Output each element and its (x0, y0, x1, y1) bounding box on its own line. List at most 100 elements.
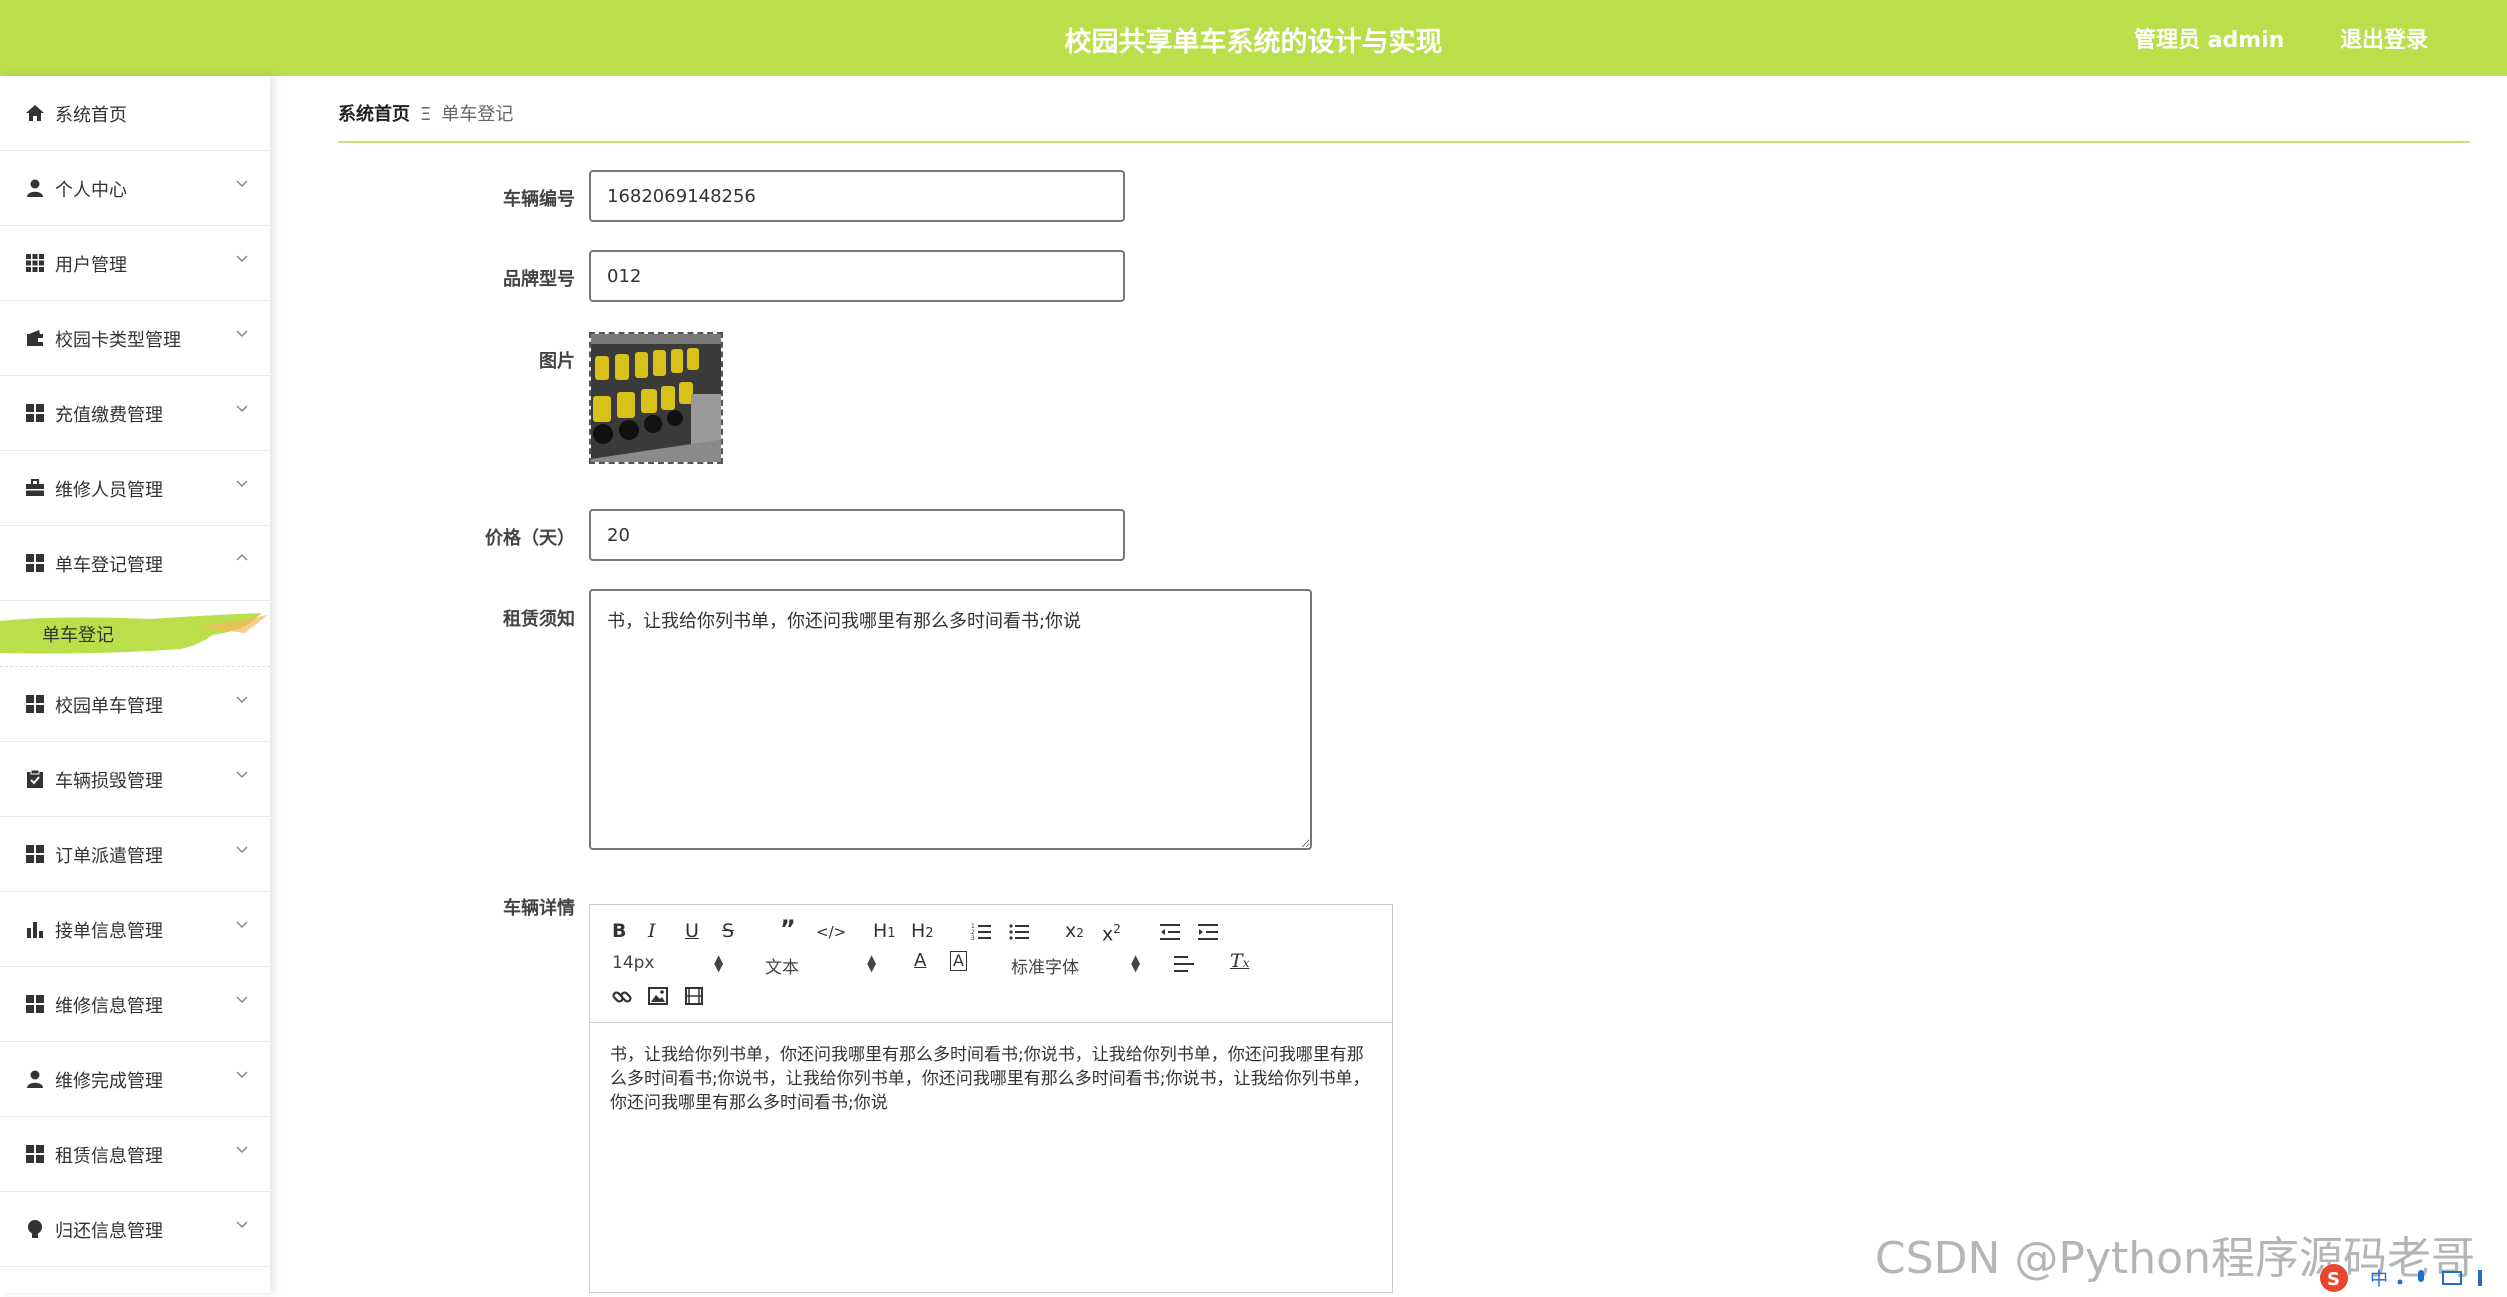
select-arrows-icon: ▲ ▼ (867, 952, 877, 974)
outdent-icon[interactable] (1160, 923, 1180, 941)
sidebar-item-label: 订单派遣管理 (55, 846, 163, 867)
font-size-select[interactable]: 14px ▲ ▼ (612, 953, 732, 973)
apps-icon (26, 1145, 44, 1163)
sidebar-item-order-dispatch[interactable]: 订单派遣管理 (0, 817, 270, 892)
font-family-value: 标准字体 (1011, 958, 1079, 978)
editor-content[interactable]: 书，让我给你列书单，你还问我哪里有那么多时间看书;你说书，让我给你列书单，你还问… (610, 1043, 1380, 1115)
sidebar-item-label: 车辆损毁管理 (55, 771, 163, 792)
chevron-down-icon (236, 1071, 248, 1079)
chevron-down-icon (236, 771, 248, 779)
sidebar-item-home[interactable]: 系统首页 (0, 76, 270, 151)
price-label: 价格（天） (485, 528, 575, 549)
strike-button[interactable]: S (722, 921, 734, 941)
sidebar-item-label: 维修完成管理 (55, 1071, 163, 1092)
picture-label: 图片 (539, 351, 575, 372)
wallet-icon (27, 330, 43, 346)
bold-button[interactable]: B (612, 921, 626, 941)
app-title: 校园共享单车系统的设计与实现 (1064, 27, 1443, 58)
superscript-button[interactable]: x2 (1102, 919, 1121, 944)
underline-button[interactable]: U (685, 921, 699, 941)
code-block-button[interactable]: </> (816, 922, 846, 942)
ime-icons: S 中 (2320, 1264, 2482, 1292)
bullet-list-icon[interactable] (1009, 923, 1029, 941)
chevron-down-icon (236, 405, 248, 413)
brand-label: 品牌型号 (503, 269, 575, 290)
breadcrumb: 系统首页 Ξ 单车登记 (338, 100, 513, 126)
sidebar-item-label: 维修人员管理 (55, 480, 163, 501)
select-arrows-icon: ▲ ▼ (1131, 952, 1141, 974)
sidebar-item-repair-info[interactable]: 维修信息管理 (0, 967, 270, 1042)
bike-photo (591, 334, 721, 462)
svg-text:S: S (2327, 1269, 2340, 1290)
sidebar-item-card-types[interactable]: 校园卡类型管理 (0, 301, 270, 376)
video-icon[interactable] (685, 987, 703, 1005)
sidebar-item-label: 归还信息管理 (55, 1221, 163, 1242)
heading2-button[interactable]: H2 (911, 921, 934, 944)
sidebar-subitem-bike-register[interactable]: 单车登记 (0, 601, 270, 667)
sidebar-item-return-info[interactable]: 归还信息管理 (0, 1192, 270, 1267)
sidebar-item-repair-complete[interactable]: 维修完成管理 (0, 1042, 270, 1117)
font-size-value: 14px (612, 953, 655, 973)
subscript-button[interactable]: x2 (1065, 921, 1084, 943)
vehicle-no-input[interactable] (589, 170, 1125, 222)
bar-chart-icon (27, 922, 43, 938)
clear-format-button[interactable]: Tx (1230, 951, 1249, 973)
vehicle-no-label: 车辆编号 (503, 189, 575, 210)
sidebar-item-label: 用户管理 (55, 255, 127, 276)
chevron-down-icon (236, 921, 248, 929)
font-family-select[interactable]: 标准字体 ▲ ▼ (1011, 953, 1141, 978)
sidebar-item-order-accept[interactable]: 接单信息管理 (0, 892, 270, 967)
heading1-button[interactable]: H1 (873, 921, 896, 944)
font-color-button[interactable]: A (914, 951, 926, 971)
select-arrows-icon: ▲ ▼ (714, 952, 724, 974)
breadcrumb-separator: Ξ (420, 104, 432, 125)
chevron-up-icon (236, 553, 248, 561)
chevron-down-icon (236, 996, 248, 1004)
blockquote-button[interactable]: ” (780, 917, 796, 941)
top-header: 校园共享单车系统的设计与实现 管理员 admin 退出登录 (0, 0, 2507, 76)
chevron-down-icon (236, 696, 248, 704)
indent-icon[interactable] (1198, 923, 1218, 941)
sidebar-item-users[interactable]: 用户管理 (0, 226, 270, 301)
link-icon[interactable] (612, 987, 632, 1007)
breadcrumb-divider (338, 141, 2470, 143)
price-input[interactable] (589, 509, 1125, 561)
sidebar-item-personal[interactable]: 个人中心 (0, 151, 270, 226)
sidebar-item-label: 系统首页 (55, 105, 127, 126)
sidebar-item-label: 接单信息管理 (55, 921, 163, 942)
image-icon[interactable] (648, 987, 668, 1005)
notice-label: 租赁须知 (503, 609, 575, 630)
breadcrumb-home[interactable]: 系统首页 (338, 104, 410, 125)
text-type-select[interactable]: 文本 ▲ ▼ (765, 953, 885, 978)
user-icon (27, 1070, 43, 1088)
sidebar-item-rental-info[interactable]: 租赁信息管理 (0, 1117, 270, 1192)
sidebar-item-bike-registration[interactable]: 单车登记管理 (0, 526, 270, 601)
user-icon (27, 179, 43, 197)
bike-picture-upload[interactable] (589, 332, 723, 464)
sidebar-item-label: 个人中心 (55, 180, 127, 201)
logout-link[interactable]: 退出登录 (2340, 22, 2428, 54)
notice-textarea[interactable]: 书，让我给你列书单，你还问我哪里有那么多时间看书;你说 (589, 589, 1312, 850)
italic-button[interactable]: I (648, 921, 656, 941)
home-icon (26, 105, 44, 121)
brand-input[interactable] (589, 250, 1125, 302)
grid-icon (26, 254, 44, 272)
sidebar-item-label: 租赁信息管理 (55, 1146, 163, 1167)
background-color-button[interactable]: A (950, 951, 967, 971)
chevron-down-icon (236, 846, 248, 854)
apps-icon (26, 404, 44, 422)
apps-icon (26, 695, 44, 713)
sidebar-item-recharge[interactable]: 充值缴费管理 (0, 376, 270, 451)
sidebar-item-label: 校园单车管理 (55, 696, 163, 717)
sidebar: 系统首页 个人中心 用户管理 校园卡类型管理 充值缴费管理 维修人员管理 单车登… (0, 76, 270, 1293)
sidebar-item-label: 充值缴费管理 (55, 405, 163, 426)
sidebar-subitem-label: 单车登记 (42, 625, 114, 646)
chevron-down-icon (236, 180, 248, 188)
apps-icon (26, 995, 44, 1013)
sidebar-item-vehicle-damage[interactable]: 车辆损毁管理 (0, 742, 270, 817)
sidebar-item-repair-staff[interactable]: 维修人员管理 (0, 451, 270, 526)
sidebar-item-campus-bikes[interactable]: 校园单车管理 (0, 667, 270, 742)
ordered-list-icon[interactable]: 123 (971, 923, 991, 941)
align-icon[interactable] (1174, 955, 1194, 973)
ime-toolbar[interactable]: S 中 (2318, 1262, 2507, 1293)
